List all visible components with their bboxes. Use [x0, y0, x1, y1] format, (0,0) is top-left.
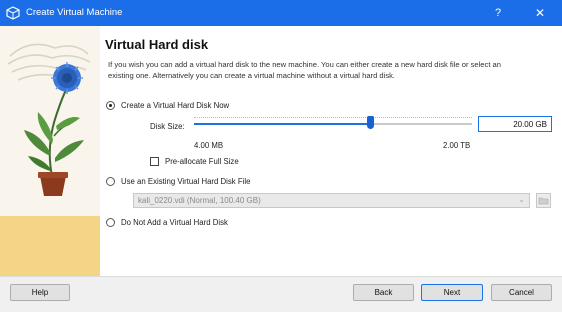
next-button[interactable]: Next — [421, 284, 483, 301]
radio-no-disk-label[interactable]: Do Not Add a Virtual Hard Disk — [121, 218, 228, 227]
page-heading: Virtual Hard disk — [105, 37, 209, 52]
slider-max-label: 2.00 TB — [443, 141, 471, 150]
disk-size-slider-fill — [194, 123, 372, 125]
folder-icon — [538, 197, 549, 205]
preallocate-checkbox[interactable] — [150, 157, 159, 166]
disk-size-slider-thumb[interactable] — [367, 116, 374, 129]
slider-min-label: 4.00 MB — [194, 141, 224, 150]
chevron-down-icon: ⌄ — [518, 195, 525, 204]
page-description: If you wish you can add a virtual hard d… — [108, 60, 501, 80]
title-bar: Create Virtual Machine ? ✕ — [0, 0, 562, 26]
window-title: Create Virtual Machine — [26, 7, 123, 18]
preallocate-label[interactable]: Pre-allocate Full Size — [165, 157, 239, 166]
slider-ticks — [194, 117, 472, 122]
existing-disk-value: kali_0220.vdi (Normal, 100.40 GB) — [138, 196, 261, 205]
radio-use-existing[interactable] — [106, 177, 115, 186]
radio-create-now[interactable] — [106, 101, 115, 110]
title-help-button[interactable]: ? — [478, 0, 518, 26]
radio-create-now-label[interactable]: Create a Virtual Hard Disk Now — [121, 101, 229, 110]
existing-disk-select[interactable]: kali_0220.vdi (Normal, 100.40 GB) ⌄ — [133, 193, 530, 208]
help-button[interactable]: Help — [10, 284, 70, 301]
virtualbox-icon — [6, 6, 20, 20]
create-vm-dialog: Create Virtual Machine ? ✕ Virtual Hard … — [0, 0, 562, 312]
close-button[interactable]: ✕ — [520, 0, 560, 26]
cancel-button[interactable]: Cancel — [491, 284, 552, 301]
choose-disk-button[interactable] — [536, 193, 551, 208]
radio-no-disk[interactable] — [106, 218, 115, 227]
wizard-illustration — [0, 26, 100, 276]
disk-size-label: Disk Size: — [150, 122, 185, 131]
plant-illustration — [7, 43, 91, 196]
back-button[interactable]: Back — [353, 284, 414, 301]
radio-use-existing-label[interactable]: Use an Existing Virtual Hard Disk File — [121, 177, 250, 186]
wizard-content: Virtual Hard disk If you wish you can ad… — [0, 26, 562, 276]
disk-size-slider-track[interactable] — [194, 123, 472, 125]
disk-size-input[interactable]: 20.00 GB — [478, 116, 552, 132]
